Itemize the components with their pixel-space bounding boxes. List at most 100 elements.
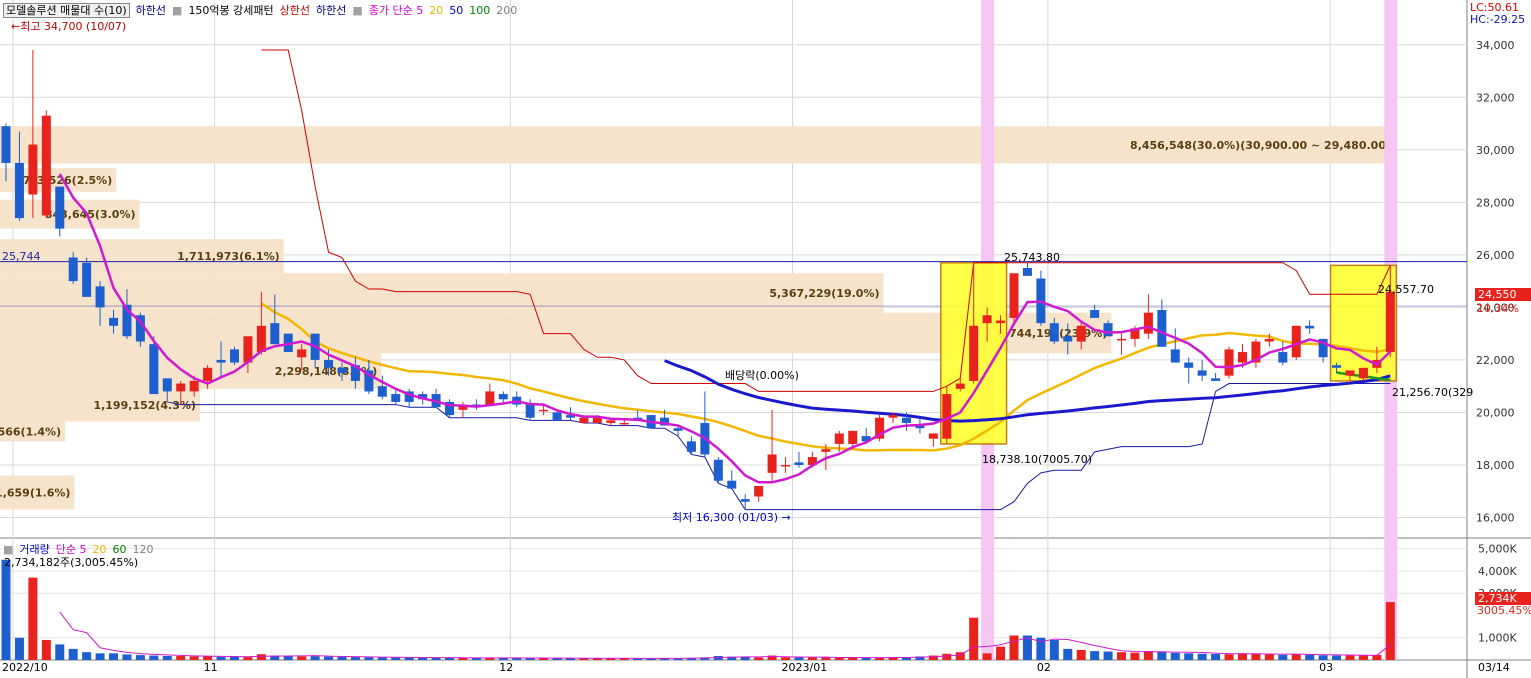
candle-body[interactable]	[1291, 325, 1301, 358]
volume-bar[interactable]	[55, 644, 65, 660]
candle-body[interactable]	[606, 420, 616, 423]
legend-item[interactable]: 50	[449, 4, 463, 17]
candle-body[interactable]	[55, 186, 65, 229]
candle-body[interactable]	[1278, 352, 1288, 363]
candle-body[interactable]	[1305, 325, 1315, 329]
legend-item[interactable]: 200	[496, 4, 517, 17]
candle-body[interactable]	[485, 391, 495, 405]
candle-body[interactable]	[794, 462, 804, 465]
candle-body[interactable]	[229, 349, 239, 363]
candle-body[interactable]	[1264, 338, 1274, 342]
candle-body[interactable]	[539, 409, 549, 412]
candle-body[interactable]	[901, 417, 911, 423]
volume-bar[interactable]	[418, 657, 428, 660]
volume-bar[interactable]	[28, 577, 38, 660]
candle-body[interactable]	[888, 415, 898, 418]
volume-bar[interactable]	[1063, 648, 1073, 660]
volume-bar[interactable]	[203, 656, 213, 660]
candle-body[interactable]	[1197, 370, 1207, 376]
legend-item[interactable]: 종가 단순 5	[369, 4, 423, 17]
candle-body[interactable]	[1345, 370, 1355, 376]
candle-body[interactable]	[928, 433, 938, 439]
candle-body[interactable]	[203, 367, 213, 381]
volume-bar[interactable]	[391, 657, 401, 660]
volume-bar[interactable]	[162, 655, 172, 660]
volume-bar[interactable]	[122, 654, 132, 660]
volume-bar[interactable]	[1332, 655, 1342, 660]
volume-bar[interactable]	[337, 656, 347, 660]
candle-body[interactable]	[1090, 310, 1100, 318]
candle-body[interactable]	[189, 380, 199, 392]
volume-bar[interactable]	[68, 648, 78, 660]
candle-body[interactable]	[781, 464, 791, 467]
volume-bar[interactable]	[1291, 654, 1301, 660]
candle-body[interactable]	[754, 485, 764, 497]
candle-body[interactable]	[1157, 310, 1167, 347]
candle-body[interactable]	[1332, 365, 1342, 368]
volume-bar[interactable]	[216, 656, 226, 660]
candle-body[interactable]	[109, 317, 119, 326]
volume-bar[interactable]	[1318, 655, 1328, 660]
candle-body[interactable]	[337, 367, 347, 374]
volume-bar[interactable]	[1, 559, 11, 660]
candlestick-chart[interactable]: 34,00032,00030,00028,00026,00024,00022,0…	[0, 0, 1531, 678]
volume-bar[interactable]	[189, 656, 199, 660]
volume-bar[interactable]	[350, 657, 360, 660]
candle-body[interactable]	[1143, 312, 1153, 334]
candle-body[interactable]	[162, 378, 172, 392]
candle-body[interactable]	[1385, 291, 1395, 353]
candle-body[interactable]	[834, 433, 844, 444]
candle-body[interactable]	[1049, 323, 1059, 342]
candle-body[interactable]	[1170, 349, 1180, 363]
candle-body[interactable]	[82, 262, 92, 297]
volume-bar[interactable]	[82, 652, 92, 660]
volume-bar[interactable]	[256, 654, 266, 660]
candle-body[interactable]	[1103, 323, 1113, 337]
volume-bar[interactable]	[1345, 655, 1355, 660]
candle-body[interactable]	[821, 449, 831, 452]
volume-bar[interactable]	[1090, 651, 1100, 660]
volume-bar[interactable]	[1278, 654, 1288, 660]
candle-body[interactable]	[216, 359, 226, 363]
candle-body[interactable]	[1184, 362, 1194, 368]
legend-item[interactable]: 150억봉 강세패턴	[188, 4, 273, 17]
candle-body[interactable]	[969, 325, 979, 381]
candle-body[interactable]	[713, 459, 723, 481]
volume-bar[interactable]	[1251, 653, 1261, 660]
legend-item[interactable]: 상한선	[280, 4, 310, 17]
volume-bar[interactable]	[1143, 651, 1153, 660]
candle-body[interactable]	[1117, 338, 1127, 341]
legend-item[interactable]: ■	[352, 4, 362, 17]
candle-body[interactable]	[525, 404, 535, 418]
volume-bar[interactable]	[1103, 651, 1113, 660]
candle-body[interactable]	[270, 323, 280, 345]
candle-body[interactable]	[686, 441, 696, 452]
volume-bar[interactable]	[861, 657, 871, 660]
volume-bar[interactable]	[297, 656, 307, 660]
candle-body[interactable]	[727, 480, 737, 489]
candle-body[interactable]	[848, 430, 858, 444]
volume-bar[interactable]	[1264, 654, 1274, 660]
legend-item[interactable]: 모델솔루션 매물대 수(10)	[3, 3, 130, 18]
volume-bar[interactable]	[1009, 635, 1019, 660]
legend-item[interactable]: 20	[429, 4, 443, 17]
candle-body[interactable]	[1224, 349, 1234, 376]
volume-bar[interactable]	[41, 639, 51, 660]
candle-body[interactable]	[324, 359, 334, 368]
volume-bar[interactable]	[982, 653, 992, 660]
candle-body[interactable]	[1076, 325, 1086, 342]
candle-body[interactable]	[1022, 268, 1032, 276]
candle-body[interactable]	[28, 144, 38, 195]
candle-body[interactable]	[149, 344, 159, 395]
volume-bar[interactable]	[377, 657, 387, 660]
volume-bar[interactable]	[1117, 652, 1127, 660]
volume-bar[interactable]	[310, 656, 320, 660]
candle-body[interactable]	[1211, 378, 1221, 381]
volume-bar[interactable]	[1224, 654, 1234, 660]
volume-bar[interactable]	[1211, 653, 1221, 660]
legend-item[interactable]: 100	[469, 4, 490, 17]
candle-body[interactable]	[1063, 336, 1073, 342]
candle-body[interactable]	[1009, 273, 1019, 318]
volume-bar[interactable]	[794, 657, 804, 660]
candle-body[interactable]	[740, 499, 750, 502]
